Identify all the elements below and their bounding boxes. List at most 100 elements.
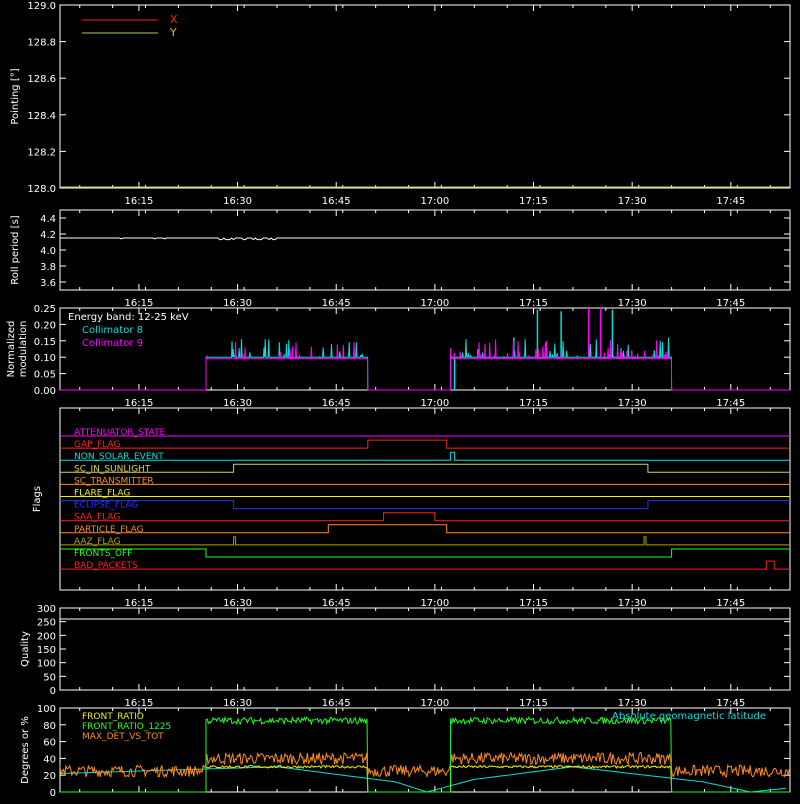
y-tick-label: 200 bbox=[37, 631, 56, 642]
y-tick-label: 0 bbox=[50, 686, 56, 697]
x-tick-label: 16:45 bbox=[322, 398, 351, 409]
flag-line-eclipse-flag bbox=[60, 500, 790, 510]
x-tick-label: 16:45 bbox=[322, 598, 351, 609]
x-tick-label: 16:30 bbox=[223, 298, 252, 309]
x-tick-label: 17:45 bbox=[716, 398, 745, 409]
x-tick-label: 17:00 bbox=[420, 598, 449, 609]
x-tick-label: 16:15 bbox=[125, 698, 154, 709]
x-tick-label: 17:30 bbox=[618, 298, 647, 309]
y-axis-label-line1: Normalized bbox=[6, 321, 17, 378]
x-tick-label: 17:15 bbox=[519, 398, 548, 409]
x-tick-label: 16:15 bbox=[125, 598, 154, 609]
x-tick-label: 17:30 bbox=[618, 698, 647, 709]
flag-line-saa-flag bbox=[60, 512, 790, 522]
legend-front-ratio: FRONT_RATIO bbox=[82, 712, 144, 722]
y-tick-label: 4.0 bbox=[40, 246, 56, 257]
y-tick-label: 128.2 bbox=[27, 147, 56, 158]
y-tick-label: 250 bbox=[37, 618, 56, 629]
x-tick-label: 17:30 bbox=[618, 398, 647, 409]
x-tick-label: 17:15 bbox=[519, 698, 548, 709]
y-tick-label: 100 bbox=[37, 659, 56, 670]
x-tick-label: 17:30 bbox=[618, 196, 647, 207]
y-tick-label: 128.0 bbox=[27, 184, 56, 195]
roll-period-line bbox=[60, 237, 790, 241]
rhessi-summary-figure: 16:15 16:30 16:45 17:00 17:15 17:30 17:45 128.0… bbox=[0, 0, 800, 804]
y-tick-label: 129.0 bbox=[27, 1, 56, 12]
x-tick-label: 17:45 bbox=[716, 598, 745, 609]
legend-collimator-9: Collimator 9 bbox=[82, 338, 143, 349]
y-tick-label: 20 bbox=[43, 771, 56, 782]
y-axis-label-line2: modulation bbox=[18, 321, 29, 378]
x-tick-label: 17:00 bbox=[420, 698, 449, 709]
flag-label-sc-in-sunlight: SC_IN_SUNLIGHT bbox=[74, 464, 151, 474]
flag-line-sc-in-sunlight bbox=[60, 463, 790, 473]
legend-label-x: X bbox=[170, 13, 178, 26]
x-tick-label: 16:15 bbox=[125, 196, 154, 207]
legend-max-det-vs-tot: MAX_DET_VS_TOT bbox=[82, 732, 164, 742]
x-tick-label: 17:45 bbox=[716, 196, 745, 207]
x-tick-label: 17:15 bbox=[519, 598, 548, 609]
legend-collimator-8: Collimator 8 bbox=[82, 325, 143, 336]
y-tick-label: 0.00 bbox=[34, 386, 56, 397]
flag-label-bad-packets: BAD_PACKETS bbox=[74, 561, 138, 571]
y-tick-label: 128.6 bbox=[27, 74, 56, 85]
x-tick-label: 16:45 bbox=[322, 196, 351, 207]
x-tick-label: 16:45 bbox=[322, 298, 351, 309]
modulation-line-1 bbox=[60, 339, 790, 391]
x-tick-label: 17:00 bbox=[420, 298, 449, 309]
flag-label-flare-flag: FLARE_FLAG bbox=[74, 489, 130, 499]
x-tick-label: 16:45 bbox=[322, 698, 351, 709]
y-tick-label: 4.4 bbox=[40, 214, 56, 225]
x-tick-label: 16:30 bbox=[223, 598, 252, 609]
flag-line-aaz-flag bbox=[60, 536, 790, 546]
y-tick-label: 60 bbox=[43, 738, 56, 749]
y-axis-label: Pointing [°] bbox=[10, 68, 21, 124]
plot-canvas: 16:15 16:30 16:45 17:00 17:15 17:30 17:45 128.0… bbox=[6, 1, 791, 804]
flag-label-saa-flag: SAA_FLAG bbox=[74, 513, 120, 523]
flag-line-gap-flag bbox=[60, 439, 790, 449]
y-tick-label: 0.20 bbox=[34, 320, 56, 331]
x-tick-label: 16:15 bbox=[125, 398, 154, 409]
x-tick-label: 17:45 bbox=[716, 298, 745, 309]
x-tick-label: 17:15 bbox=[519, 196, 548, 207]
flag-label-sc-transmitter: SC_TRANSMITTER bbox=[74, 476, 154, 486]
y-tick-label: 0.10 bbox=[34, 353, 56, 364]
flag-label-aaz-flag: AAZ_FLAG bbox=[74, 537, 121, 547]
modulation-line-0 bbox=[60, 337, 790, 391]
y-tick-label: 0.15 bbox=[34, 337, 56, 348]
panel-1-frame bbox=[59, 209, 791, 291]
y-tick-label: 4.2 bbox=[40, 230, 56, 241]
flag-line-non-solar-event bbox=[60, 451, 790, 461]
x-tick-label: 16:30 bbox=[223, 698, 252, 709]
panel-3-frame bbox=[59, 407, 791, 591]
x-tick-label: 16:30 bbox=[223, 196, 252, 207]
flag-label-gap-flag: GAP_FLAG bbox=[74, 440, 120, 450]
flag-label-fronts-off: FRONTS_OFF bbox=[74, 549, 132, 559]
x-tick-label: 17:45 bbox=[716, 698, 745, 709]
x-tick-label: 17:00 bbox=[420, 196, 449, 207]
y-tick-label: 0.25 bbox=[34, 304, 56, 315]
y-tick-label: 40 bbox=[43, 754, 56, 765]
x-tick-label: 16:30 bbox=[223, 398, 252, 409]
flag-label-non-solar-event: NON_SOLAR_EVENT bbox=[74, 452, 164, 462]
flag-line-particle-flag bbox=[60, 524, 790, 534]
energy-band-label: Energy band: 12-25 keV bbox=[68, 312, 189, 323]
y-axis-label: Roll period [s] bbox=[10, 215, 21, 284]
y-tick-label: 0 bbox=[50, 788, 56, 799]
legend-front-ratio-1225: FRONT_RATIO_1225 bbox=[82, 722, 171, 732]
flag-line-bad-packets bbox=[60, 560, 790, 570]
max-det-vs-tot-line bbox=[59, 751, 790, 779]
y-axis-label: Degrees or % bbox=[20, 716, 31, 784]
y-tick-label: 80 bbox=[43, 721, 56, 732]
flag-label-eclipse-flag: ECLIPSE_FLAG bbox=[74, 501, 138, 511]
y-axis-label: Flags bbox=[32, 486, 43, 512]
panel-4-frame bbox=[59, 607, 791, 691]
flag-line-fronts-off bbox=[60, 548, 790, 558]
y-tick-label: 3.8 bbox=[40, 262, 56, 273]
x-tick-label: 17:15 bbox=[519, 298, 548, 309]
y-tick-label: 150 bbox=[37, 645, 56, 656]
x-tick-label: 17:30 bbox=[618, 598, 647, 609]
x-tick-label: 16:15 bbox=[125, 298, 154, 309]
y-tick-label: 300 bbox=[37, 604, 56, 615]
flag-label-attenuator-state: ATTENUATOR_STATE bbox=[74, 428, 166, 438]
